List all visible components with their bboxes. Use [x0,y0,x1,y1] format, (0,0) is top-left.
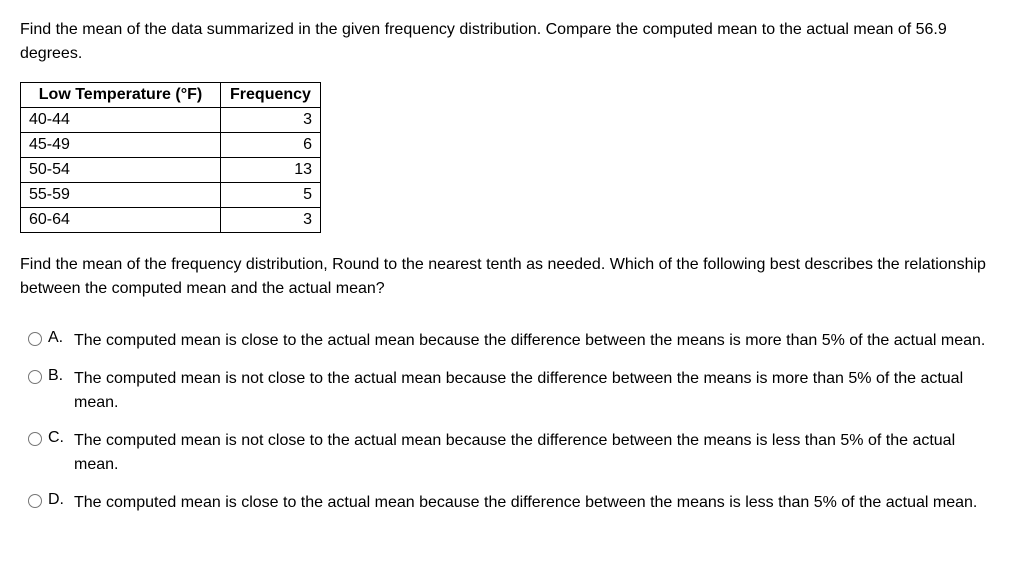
temp-range-cell: 50-54 [21,158,221,183]
frequency-table: Low Temperature (°F) Frequency 40-44 3 4… [20,82,321,233]
option-a[interactable]: A. The computed mean is close to the act… [28,329,1004,353]
option-letter: D. [48,491,66,509]
radio-b[interactable] [28,370,42,384]
freq-cell: 5 [221,183,321,208]
freq-cell: 13 [221,158,321,183]
table-row: 40-44 3 [21,108,321,133]
option-letter: B. [48,367,66,385]
temp-range-cell: 55-59 [21,183,221,208]
options-group: A. The computed mean is close to the act… [20,329,1004,515]
freq-cell: 3 [221,108,321,133]
temp-range-cell: 60-64 [21,208,221,233]
table-row: 55-59 5 [21,183,321,208]
temp-range-cell: 45-49 [21,133,221,158]
freq-cell: 3 [221,208,321,233]
option-c[interactable]: C. The computed mean is not close to the… [28,429,1004,477]
option-letter: C. [48,429,66,447]
option-d[interactable]: D. The computed mean is close to the act… [28,491,1004,515]
option-b[interactable]: B. The computed mean is not close to the… [28,367,1004,415]
radio-d[interactable] [28,494,42,508]
option-text: The computed mean is close to the actual… [74,329,1004,353]
table-header-freq: Frequency [221,83,321,108]
option-letter: A. [48,329,66,347]
radio-a[interactable] [28,332,42,346]
table-row: 45-49 6 [21,133,321,158]
radio-c[interactable] [28,432,42,446]
question-intro: Find the mean of the data summarized in … [20,18,1004,66]
option-text: The computed mean is not close to the ac… [74,429,1004,477]
sub-question: Find the mean of the frequency distribut… [20,253,1004,301]
table-header-temp: Low Temperature (°F) [21,83,221,108]
option-text: The computed mean is not close to the ac… [74,367,1004,415]
table-row: 50-54 13 [21,158,321,183]
option-text: The computed mean is close to the actual… [74,491,1004,515]
table-row: 60-64 3 [21,208,321,233]
temp-range-cell: 40-44 [21,108,221,133]
freq-cell: 6 [221,133,321,158]
